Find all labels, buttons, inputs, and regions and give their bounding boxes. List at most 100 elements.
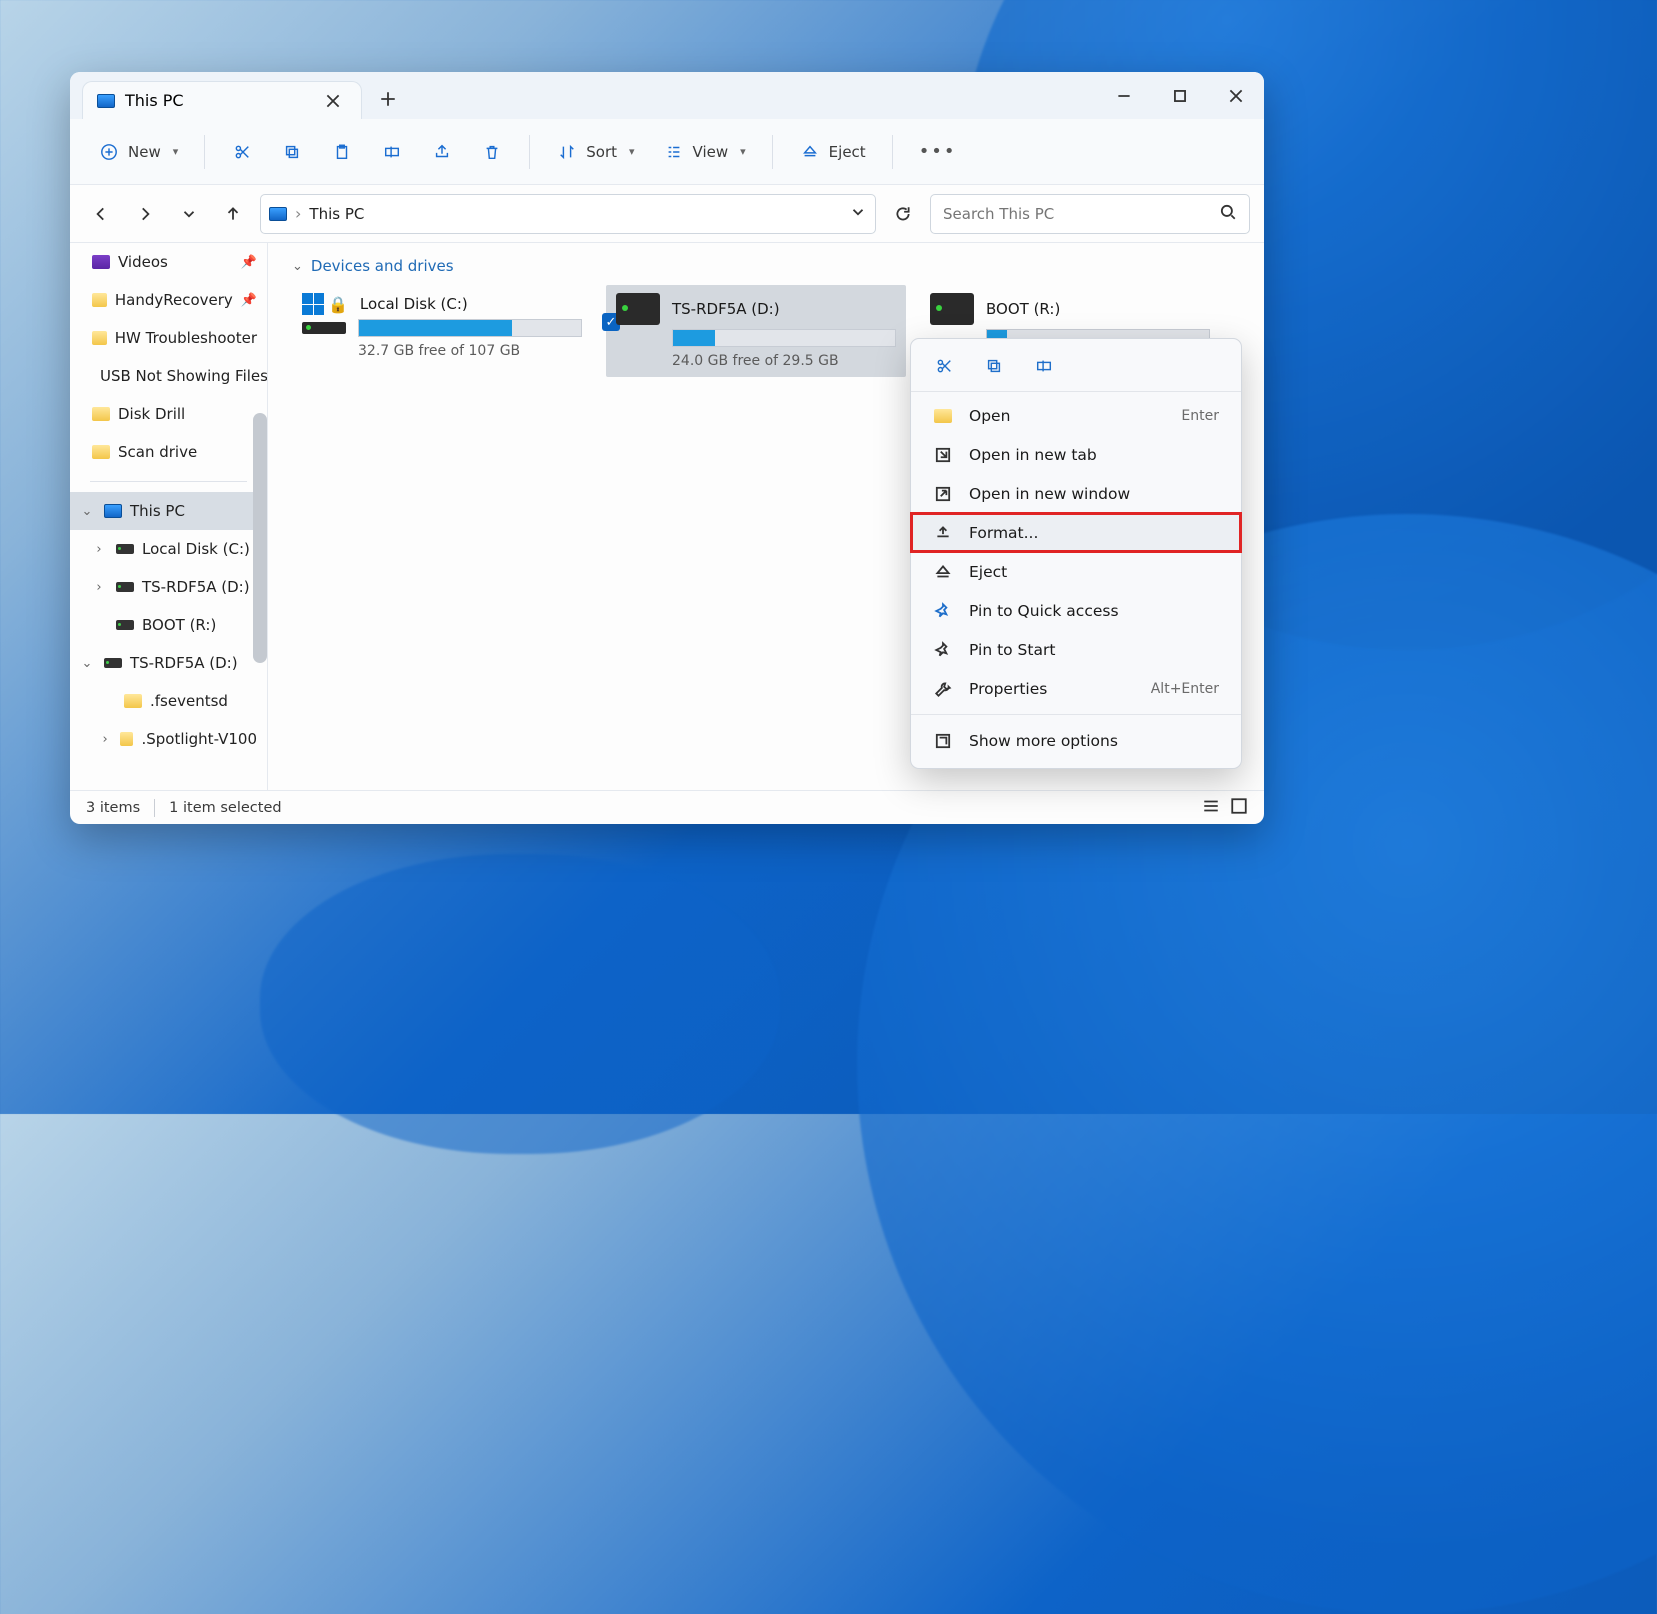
paste-icon [331,141,353,163]
more-button[interactable]: ••• [909,135,967,168]
scissors-icon [231,141,253,163]
window-controls [1096,72,1264,119]
sidebar-item[interactable]: Videos📌 [70,243,267,281]
refresh-button[interactable] [886,197,920,231]
ctx-eject[interactable]: Eject [911,552,1241,591]
tab-this-pc[interactable]: This PC [82,81,362,119]
sidebar-item[interactable]: Disk Drill [70,395,267,433]
new-label: New [128,143,161,161]
drive-name: Local Disk (C:) [360,295,468,313]
sidebar-item[interactable]: ›Local Disk (C:) [70,530,267,568]
ctx-pin-quick-access[interactable]: Pin to Quick access [911,591,1241,630]
share-button[interactable] [421,135,463,169]
ctx-rename-button[interactable] [1033,355,1055,377]
rename-icon [381,141,403,163]
sidebar-item-this-pc[interactable]: ⌄This PC [70,492,267,530]
paste-button[interactable] [321,135,363,169]
new-tab-button[interactable] [368,79,408,119]
eject-icon [933,563,953,581]
nav-row: › This PC [70,185,1264,243]
drive-tile[interactable]: 🔒 Local Disk (C:) 32.7 GB free of 107 GB [292,285,592,377]
back-button[interactable] [84,197,118,231]
sidebar-item[interactable]: USB Not Showing Files [70,357,267,395]
pin-icon [933,641,953,659]
sort-icon [556,141,578,163]
ctx-open-new-tab[interactable]: Open in new tab [911,435,1241,474]
minimize-button[interactable] [1096,72,1152,119]
drive-tile[interactable]: ✓ TS-RDF5A (D:) 24.0 GB free of 29.5 GB [606,285,906,377]
search-input[interactable] [943,205,1219,223]
sidebar-item-label: HandyRecovery [115,291,233,309]
address-bar[interactable]: › This PC [260,194,876,234]
cut-button[interactable] [221,135,263,169]
sidebar-item-label: TS-RDF5A (D:) [142,578,250,596]
folder-open-icon [933,409,953,423]
sidebar-item[interactable]: HandyRecovery📌 [70,281,267,319]
maximize-button[interactable] [1152,72,1208,119]
sidebar-item-label: This PC [130,502,185,520]
drive-icon [616,293,660,325]
os-drive-icon: 🔒 [302,293,348,315]
ctx-open-new-window[interactable]: Open in new window [911,474,1241,513]
share-icon [431,141,453,163]
ctx-show-more[interactable]: Show more options [911,721,1241,760]
chevron-icon: › [92,580,106,595]
search-box[interactable] [930,194,1250,234]
sidebar-item[interactable]: HW Troubleshooter [70,319,267,357]
address-dropdown[interactable] [849,203,867,225]
details-view-button[interactable] [1202,797,1220,819]
sort-button[interactable]: Sort ▾ [546,135,644,169]
ctx-open[interactable]: Open Enter [911,396,1241,435]
new-window-icon [933,485,953,503]
drive-free-text: 32.7 GB free of 107 GB [358,343,582,359]
window-close-button[interactable] [1208,72,1264,119]
group-header[interactable]: ⌄ Devices and drives [292,257,1240,275]
tiles-view-button[interactable] [1230,797,1248,819]
group-title: Devices and drives [311,257,454,275]
sidebar-item-label: BOOT (R:) [142,616,216,634]
view-button[interactable]: View ▾ [653,135,756,169]
drive-name: BOOT (R:) [986,300,1060,318]
forward-button[interactable] [128,197,162,231]
new-button[interactable]: New ▾ [88,135,188,169]
context-menu: Open Enter Open in new tab Open in new w… [910,338,1242,769]
tab-close-button[interactable] [321,89,345,113]
sidebar-item-label: Videos [118,253,168,271]
sidebar-item[interactable]: .fseventsd [70,682,267,720]
eject-label: Eject [829,143,866,161]
up-button[interactable] [216,197,250,231]
status-selected: 1 item selected [169,800,281,816]
folder-icon [120,732,133,746]
eject-button[interactable]: Eject [789,135,876,169]
sidebar-item[interactable]: ⌄TS-RDF5A (D:) [70,644,267,682]
recent-button[interactable] [172,197,206,231]
monitor-icon [269,207,287,221]
sidebar-scrollbar[interactable] [253,413,267,663]
delete-button[interactable] [471,135,513,169]
sidebar-item-label: Disk Drill [118,405,185,423]
drive-icon [930,293,974,325]
sidebar-item[interactable]: Scan drive [70,433,267,471]
drive-free-text: 24.0 GB free of 29.5 GB [672,353,896,369]
sidebar-item-label: .fseventsd [150,692,228,710]
ctx-cut-button[interactable] [933,355,955,377]
ctx-pin-start[interactable]: Pin to Start [911,630,1241,669]
rename-button[interactable] [371,135,413,169]
ctx-format[interactable]: Format... [911,513,1241,552]
sidebar-item[interactable]: ›.Spotlight-V100 [70,720,267,758]
sidebar-item-label: TS-RDF5A (D:) [130,654,238,672]
sidebar-item[interactable]: › TS-RDF5A (D:) [70,568,267,606]
breadcrumb[interactable]: This PC [309,205,364,223]
ctx-properties[interactable]: Properties Alt+Enter [911,669,1241,708]
sidebar-item[interactable]: BOOT (R:) [70,606,267,644]
drive-icon [104,658,122,668]
ctx-copy-button[interactable] [983,355,1005,377]
copy-button[interactable] [271,135,313,169]
eject-icon [799,141,821,163]
wrench-icon [933,680,953,698]
status-bar: 3 items 1 item selected [70,790,1264,824]
breadcrumb-sep: › [295,204,301,223]
sidebar-item-label: Local Disk (C:) [142,540,250,558]
trash-icon [481,141,503,163]
status-item-count: 3 items [86,800,140,816]
